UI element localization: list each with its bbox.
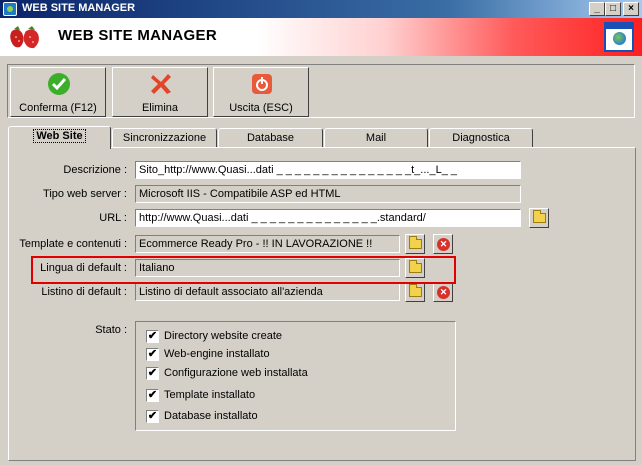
app-icon — [3, 2, 17, 16]
template-label: Template e contenuti : — [19, 238, 127, 250]
lingua-label: Lingua di default : — [40, 262, 127, 274]
tab-diagnostica-label: Diagnostica — [452, 132, 510, 144]
listino-clear-button[interactable]: ✕ — [433, 282, 453, 302]
delete-circle-icon: ✕ — [437, 286, 450, 299]
strawberry-logo-icon — [10, 26, 39, 49]
listino-field: Listino di default associato all'azienda — [135, 283, 400, 301]
tab-database[interactable]: Database — [218, 128, 323, 148]
listino-label: Listino di default : — [41, 286, 127, 298]
tab-database-label: Database — [246, 132, 295, 144]
tipo-web-server-field: Microsoft IIS - Compatibile ASP ed HTML — [135, 185, 521, 203]
delete-circle-icon: ✕ — [437, 238, 450, 251]
template-browse-button[interactable] — [405, 234, 425, 254]
descrizione-label: Descrizione : — [63, 164, 127, 176]
stato-item-label: Directory website create — [164, 330, 282, 342]
lingua-browse-button[interactable] — [405, 258, 425, 278]
window-titlebar: WEB SITE MANAGER _ □ × — [0, 0, 642, 18]
tab-bar: Web Site Sincronizzazione Database Mail … — [8, 126, 638, 149]
folder-icon — [409, 260, 422, 273]
listino-browse-button[interactable] — [405, 282, 425, 302]
url-browse-button[interactable] — [529, 208, 549, 228]
power-exit-icon — [252, 74, 272, 94]
tab-mail-label: Mail — [365, 132, 387, 144]
checkbox[interactable]: ✔ — [146, 410, 159, 423]
tab-web-site-label: Web Site — [33, 129, 86, 143]
tipo-web-server-label: Tipo web server : — [43, 188, 127, 200]
folder-icon — [533, 210, 546, 223]
url-field[interactable]: http://www.Quasi...dati _ _ _ _ _ _ _ _ … — [135, 209, 521, 227]
app-header: WEB SITE MANAGER — [0, 18, 642, 56]
template-field: Ecommerce Ready Pro - !! IN LAVORAZIONE … — [135, 235, 400, 253]
tab-mail[interactable]: Mail — [324, 128, 428, 148]
folder-icon — [409, 236, 422, 249]
header-title: WEB SITE MANAGER — [58, 27, 217, 44]
checkmark-icon — [48, 73, 70, 95]
lingua-field: Italiano — [135, 259, 400, 277]
exit-button[interactable]: Uscita (ESC) — [213, 67, 309, 117]
stato-item-label: Database installato — [164, 410, 258, 422]
stato-label: Stato : — [95, 324, 127, 336]
confirm-label: Conferma (F12) — [19, 102, 97, 114]
tab-sincronizzazione[interactable]: Sincronizzazione — [112, 128, 217, 148]
toolbar: Conferma (F12) Elimina Uscita (ESC) — [7, 64, 635, 118]
checkbox[interactable]: ✔ — [146, 389, 159, 402]
stato-item-label: Configurazione web installata — [164, 367, 308, 379]
checkbox[interactable]: ✔ — [146, 330, 159, 343]
exit-label: Uscita (ESC) — [229, 102, 293, 114]
stato-item-label: Template installato — [164, 389, 256, 401]
tab-sincronizzazione-label: Sincronizzazione — [122, 132, 207, 144]
minimize-button[interactable]: _ — [589, 2, 605, 16]
checkbox[interactable]: ✔ — [146, 348, 159, 361]
template-clear-button[interactable]: ✕ — [433, 234, 453, 254]
tab-diagnostica[interactable]: Diagnostica — [429, 128, 533, 148]
checkbox[interactable]: ✔ — [146, 367, 159, 380]
delete-label: Elimina — [141, 102, 179, 114]
url-label: URL : — [99, 212, 127, 224]
delete-x-icon — [151, 74, 171, 94]
stato-item-label: Web-engine installato — [164, 348, 270, 360]
globe-window-icon — [604, 22, 634, 52]
tab-web-site[interactable]: Web Site — [8, 126, 111, 149]
folder-icon — [409, 284, 422, 297]
delete-button[interactable]: Elimina — [112, 67, 208, 117]
close-button[interactable]: × — [623, 2, 639, 16]
stato-group: ✔ Directory website create ✔ Web-engine … — [135, 321, 456, 431]
confirm-button[interactable]: Conferma (F12) — [10, 67, 106, 117]
descrizione-field[interactable]: Sito_http://www.Quasi...dati _ _ _ _ _ _… — [135, 161, 521, 179]
maximize-button[interactable]: □ — [605, 2, 621, 16]
window-title: WEB SITE MANAGER — [22, 2, 136, 14]
